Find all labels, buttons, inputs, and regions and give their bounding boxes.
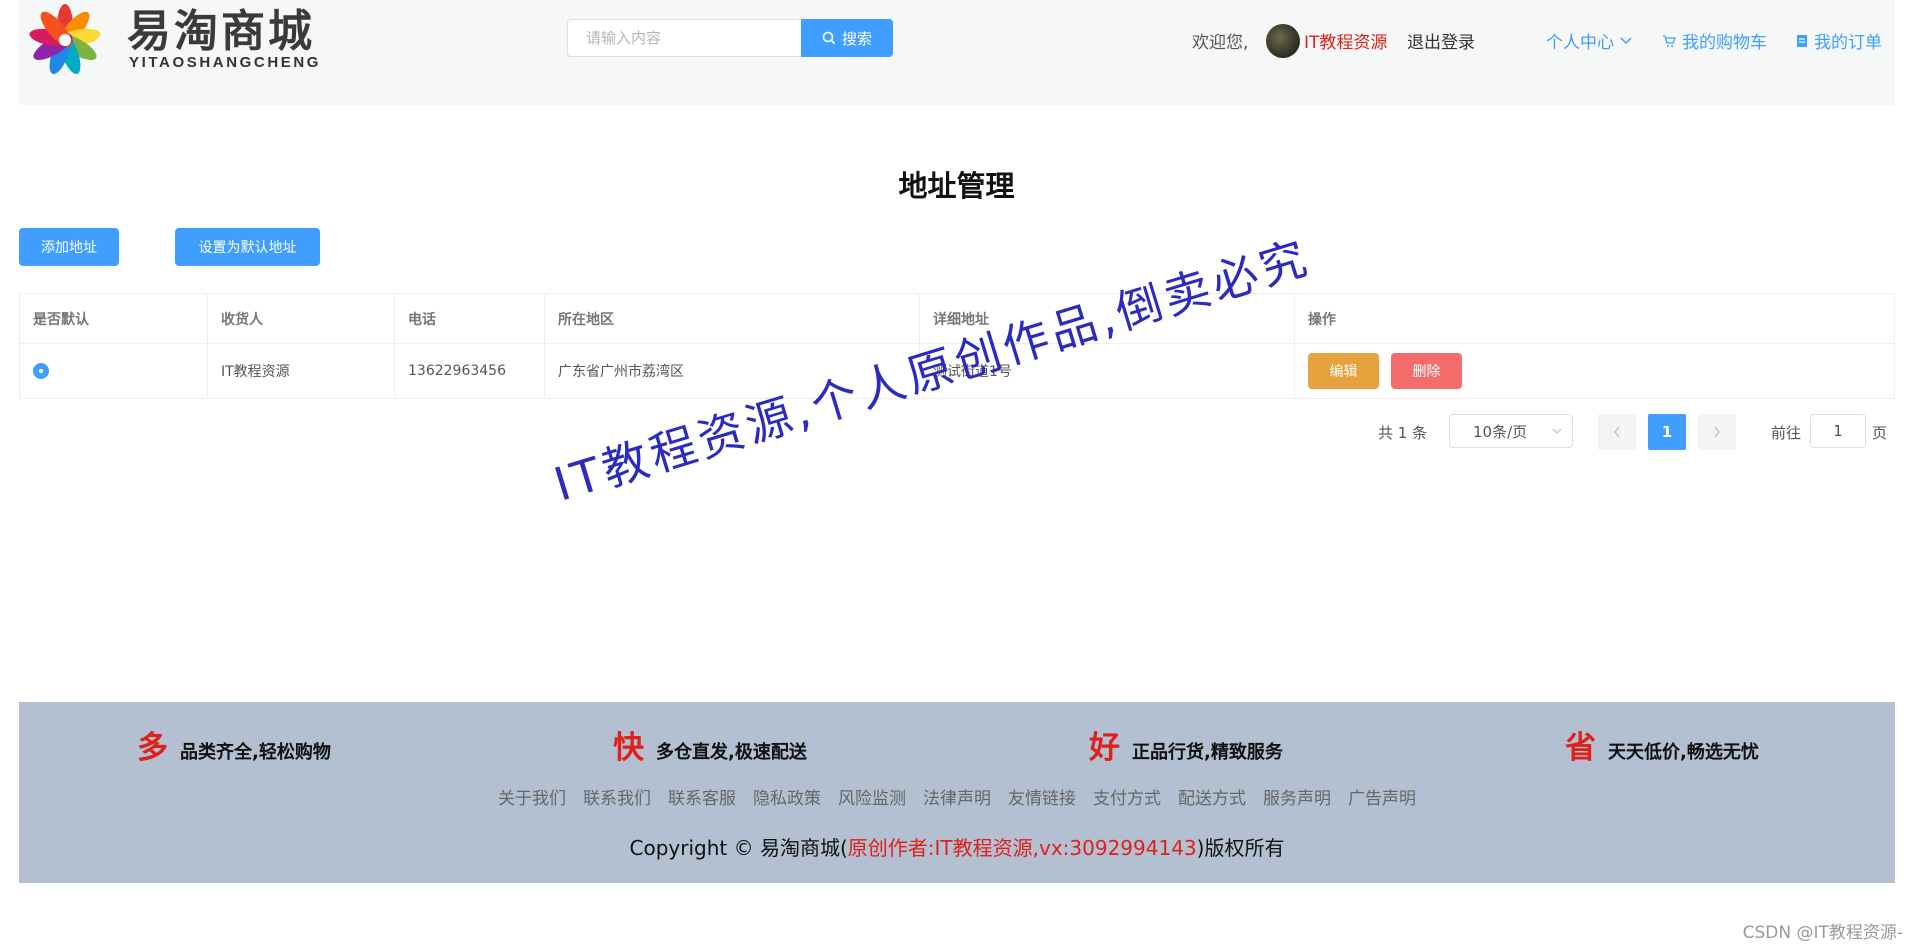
goto-label: 前往 bbox=[1771, 423, 1802, 442]
default-cell bbox=[19, 344, 207, 398]
feature-item: 省 天天低价,畅选无忧 bbox=[1565, 722, 1759, 767]
footer: 多 品类齐全,轻松购物 快 多仓直发,极速配送 好 正品行货,精致服务 省 天天… bbox=[19, 702, 1895, 883]
page-title: 地址管理 bbox=[898, 169, 1015, 203]
feature-desc: 多仓直发,极速配送 bbox=[656, 742, 807, 763]
search-button-label: 搜索 bbox=[841, 30, 872, 48]
set-default-address-button[interactable]: 设置为默认地址 bbox=[175, 228, 320, 266]
feature-item: 快 多仓直发,极速配送 bbox=[613, 722, 807, 767]
actions-cell: 编辑 删除 bbox=[1294, 344, 1895, 398]
feature-desc: 正品行货,精致服务 bbox=[1132, 742, 1283, 763]
footer-link-support[interactable]: 联系客服 bbox=[668, 784, 736, 809]
footer-link-contact[interactable]: 联系我们 bbox=[583, 784, 651, 809]
feature-keyword: 多 bbox=[137, 730, 168, 766]
prev-page-button[interactable] bbox=[1598, 414, 1636, 450]
csdn-watermark: CSDN @IT教程资源- bbox=[1742, 923, 1903, 943]
footer-link-payment[interactable]: 支付方式 bbox=[1093, 784, 1161, 809]
footer-link-friends[interactable]: 友情链接 bbox=[1008, 784, 1076, 809]
column-header: 是否默认 bbox=[19, 294, 207, 343]
cart-icon bbox=[1663, 34, 1676, 47]
footer-link-about[interactable]: 关于我们 bbox=[498, 784, 566, 809]
pagination-total: 共 1 条 bbox=[1378, 423, 1428, 442]
username-link[interactable]: IT教程资源 bbox=[1304, 28, 1387, 53]
footer-link-service[interactable]: 服务声明 bbox=[1263, 784, 1331, 809]
footer-link-privacy[interactable]: 隐私政策 bbox=[753, 784, 821, 809]
logout-link[interactable]: 退出登录 bbox=[1407, 28, 1475, 53]
feature-keyword: 省 bbox=[1565, 730, 1596, 766]
feature-item: 好 正品行货,精致服务 bbox=[1089, 722, 1283, 767]
user-center-label: 个人中心 bbox=[1546, 33, 1614, 53]
feature-item: 多 品类齐全,轻松购物 bbox=[137, 722, 331, 767]
delete-button[interactable]: 删除 bbox=[1391, 353, 1462, 389]
column-header: 收货人 bbox=[207, 294, 394, 343]
chevron-down-icon bbox=[1620, 36, 1632, 44]
cart-link[interactable]: 我的购物车 bbox=[1662, 28, 1767, 53]
page-number-current[interactable]: 1 bbox=[1648, 414, 1686, 450]
goto-page-input[interactable]: 1 bbox=[1810, 414, 1866, 448]
orders-link[interactable]: 我的订单 bbox=[1796, 28, 1882, 53]
footer-link-delivery[interactable]: 配送方式 bbox=[1178, 784, 1246, 809]
orders-label: 我的订单 bbox=[1814, 33, 1882, 53]
column-header: 电话 bbox=[394, 294, 544, 343]
copyright: Copyright © 易淘商城(原创作者:IT教程资源,vx:30929941… bbox=[19, 832, 1895, 861]
copyright-author: 原创作者:IT教程资源,vx:3092994143 bbox=[847, 836, 1197, 860]
copyright-suffix: )版权所有 bbox=[1196, 836, 1285, 860]
copyright-prefix: Copyright © 易淘商城( bbox=[629, 836, 848, 860]
search-button[interactable]: 搜索 bbox=[801, 19, 893, 57]
footer-link-risk[interactable]: 风险监测 bbox=[838, 784, 906, 809]
footer-link-ads[interactable]: 广告声明 bbox=[1348, 784, 1416, 809]
column-header: 所在地区 bbox=[544, 294, 919, 343]
search-icon bbox=[822, 31, 836, 45]
order-icon bbox=[1797, 34, 1807, 47]
search-input[interactable] bbox=[567, 19, 801, 57]
footer-link-legal[interactable]: 法律声明 bbox=[923, 784, 991, 809]
user-center-dropdown[interactable]: 个人中心 bbox=[1546, 28, 1632, 53]
feature-desc: 品类齐全,轻松购物 bbox=[180, 742, 331, 763]
feature-desc: 天天低价,畅选无忧 bbox=[1608, 742, 1759, 763]
header: 易淘商城 YITAOSHANGCHENG 搜索 欢迎您, IT教程资源 退出登录… bbox=[19, 0, 1895, 105]
page-size-value: 10条/页 bbox=[1473, 422, 1528, 441]
flower-logo-icon bbox=[29, 4, 101, 75]
default-radio[interactable] bbox=[33, 363, 49, 379]
chevron-down-icon bbox=[1552, 428, 1562, 434]
footer-links: 关于我们 联系我们 联系客服 隐私政策 风险监测 法律声明 友情链接 支付方式 … bbox=[19, 784, 1895, 809]
logo-subtitle: YITAOSHANGCHENG bbox=[129, 54, 322, 71]
feature-keyword: 快 bbox=[613, 730, 644, 766]
chevron-left-icon bbox=[1614, 426, 1620, 438]
cart-label: 我的购物车 bbox=[1682, 33, 1767, 53]
feature-keyword: 好 bbox=[1089, 730, 1120, 766]
avatar[interactable] bbox=[1266, 24, 1300, 58]
page-unit-label: 页 bbox=[1872, 423, 1888, 442]
receiver-cell: IT教程资源 bbox=[207, 344, 394, 398]
column-header: 操作 bbox=[1294, 294, 1895, 343]
site-logo[interactable]: 易淘商城 YITAOSHANGCHENG bbox=[25, 4, 355, 75]
add-address-button[interactable]: 添加地址 bbox=[19, 228, 119, 266]
page-size-select[interactable]: 10条/页 bbox=[1449, 414, 1573, 448]
logo-text: 易淘商城 bbox=[127, 7, 315, 56]
phone-cell: 13622963456 bbox=[394, 344, 544, 398]
edit-button[interactable]: 编辑 bbox=[1308, 353, 1379, 389]
next-page-button[interactable] bbox=[1698, 414, 1736, 450]
welcome-text: 欢迎您, bbox=[1192, 33, 1249, 53]
chevron-right-icon bbox=[1714, 426, 1720, 438]
